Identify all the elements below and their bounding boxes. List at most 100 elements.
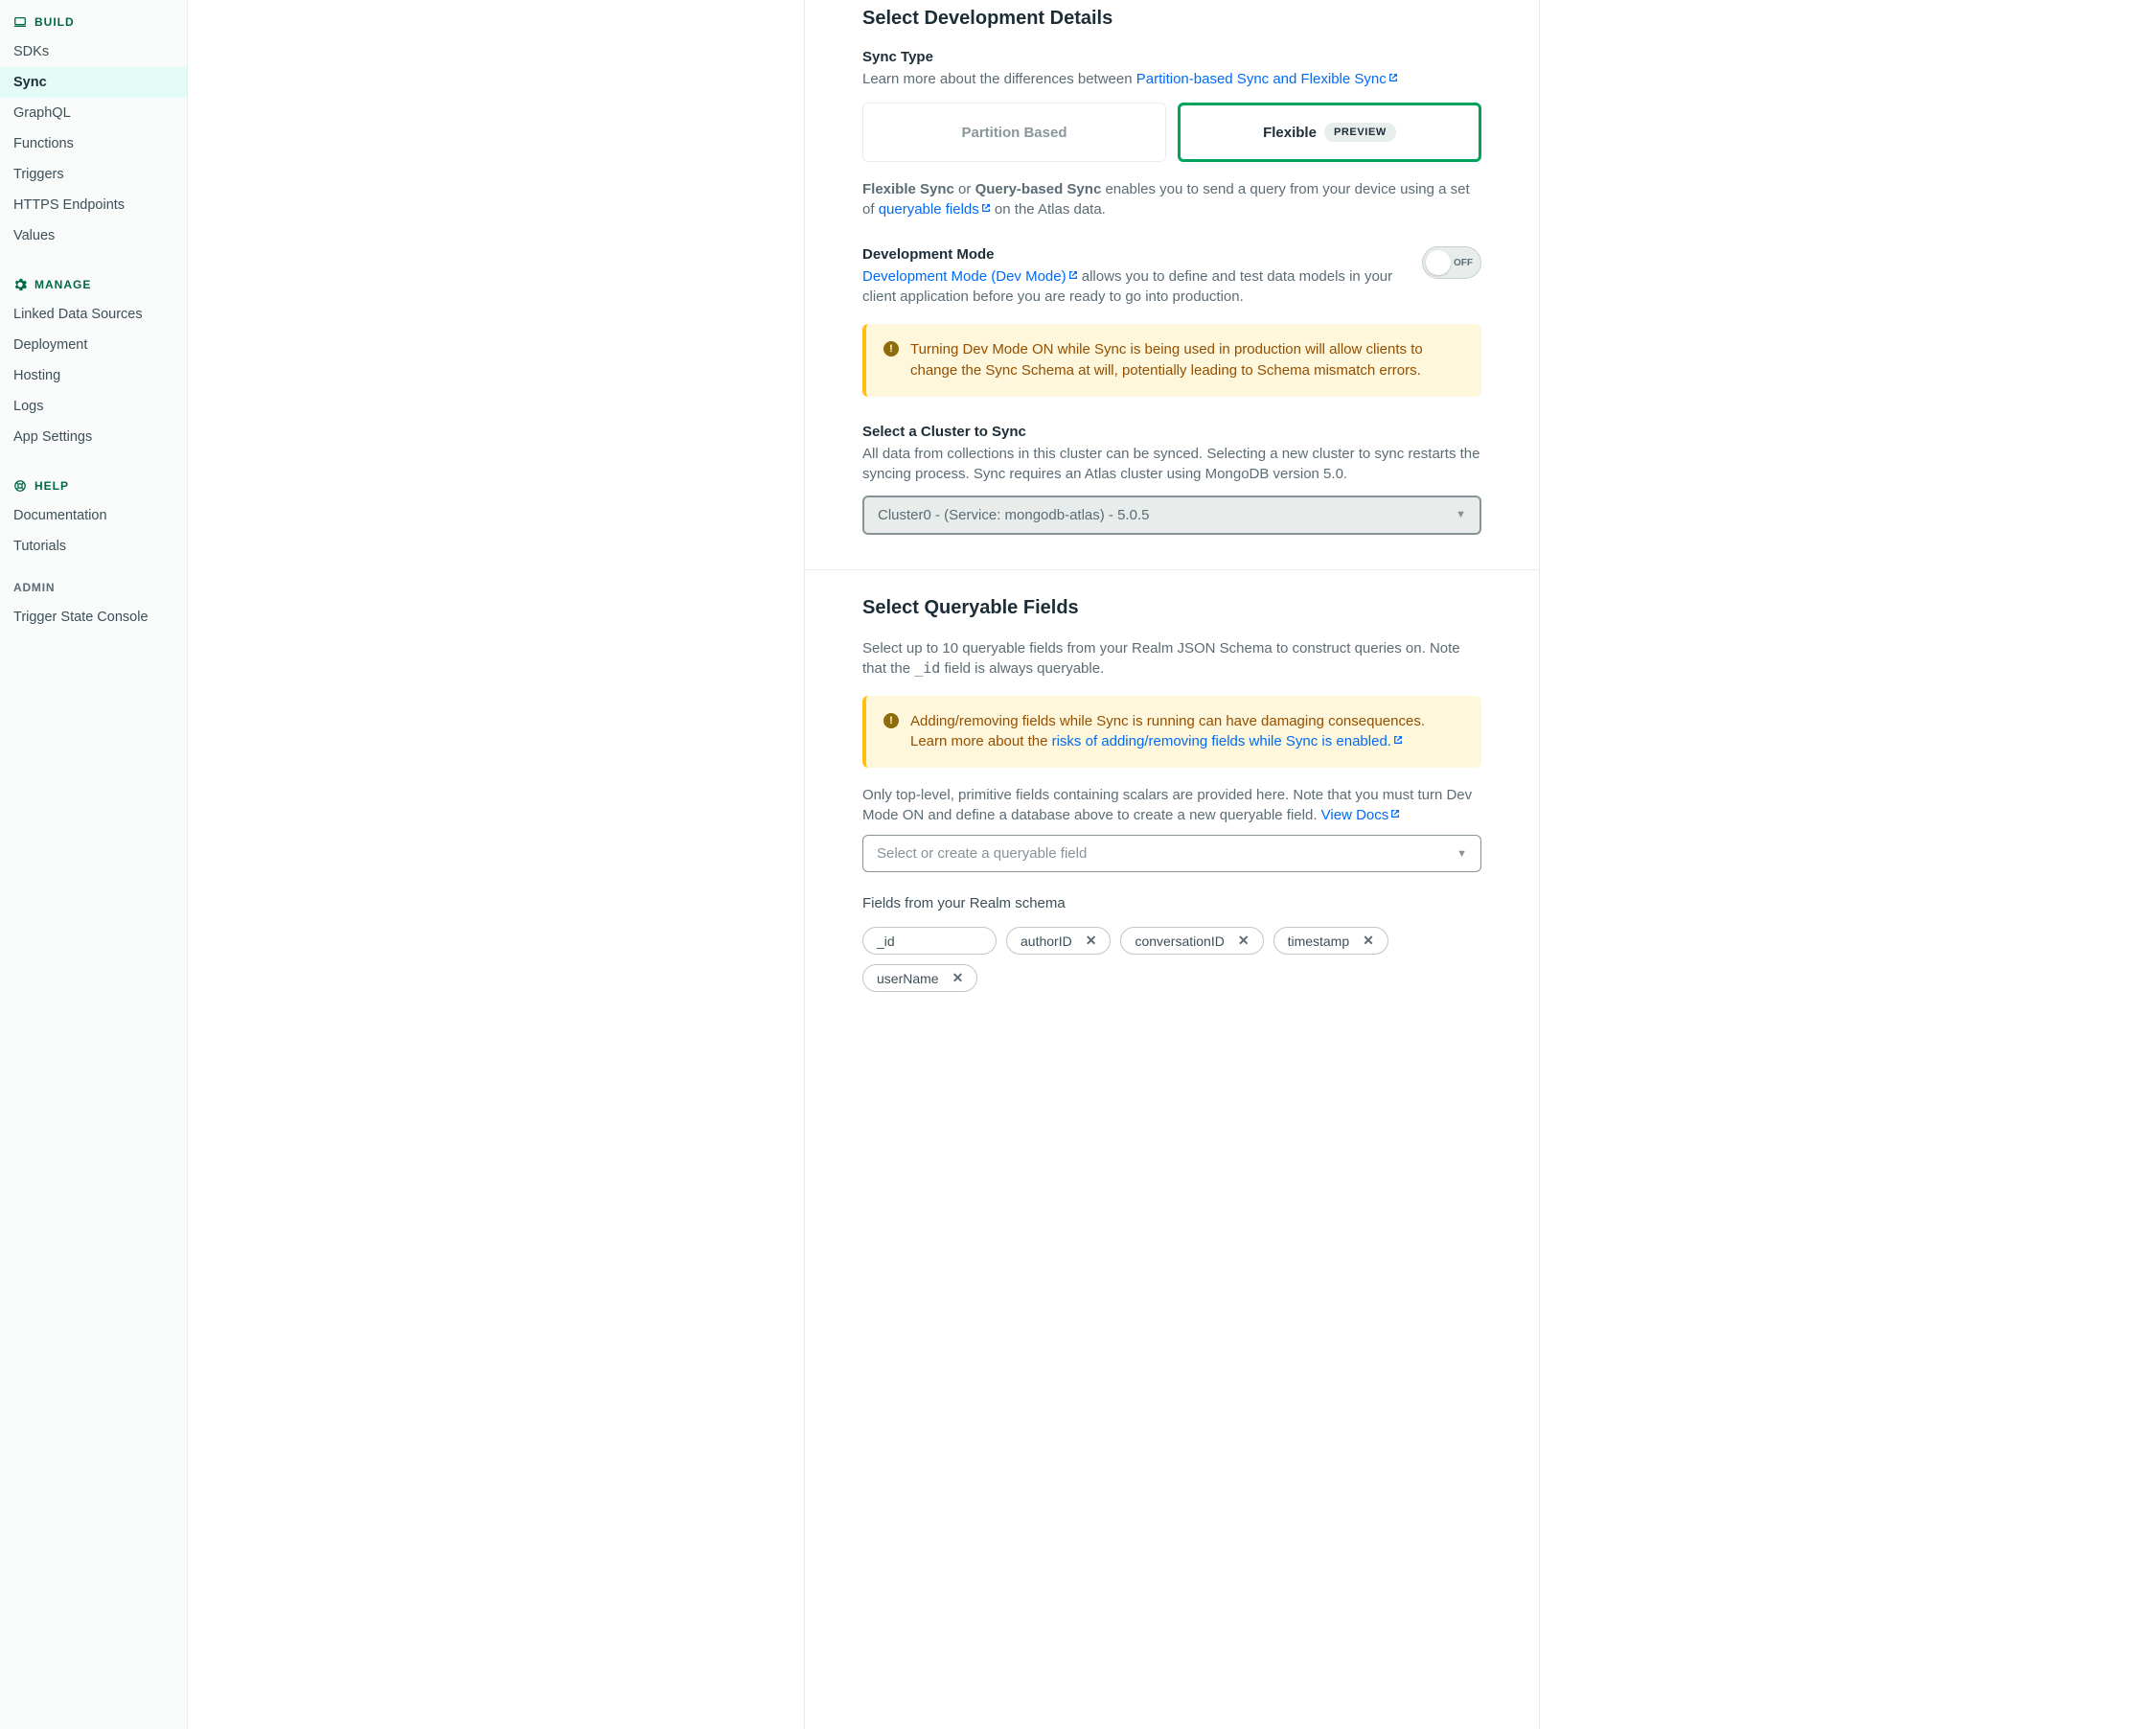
warning-icon: !	[883, 341, 899, 357]
queryable-warn-link-text: risks of adding/removing fields while Sy…	[1052, 733, 1391, 749]
cluster-select[interactable]: Cluster0 - (Service: mongodb-atlas) - 5.…	[862, 496, 1481, 535]
sidebar-item-sdks[interactable]: SDKs	[0, 36, 187, 67]
field-chip-label: conversationID	[1135, 934, 1224, 949]
view-docs-link-text: View Docs	[1321, 807, 1389, 823]
sidebar-item-deployment[interactable]: Deployment	[0, 330, 187, 360]
sidebar-item-documentation[interactable]: Documentation	[0, 500, 187, 531]
caret-down-icon: ▼	[1456, 509, 1466, 520]
external-link-icon	[1390, 809, 1400, 818]
dev-mode-link[interactable]: Development Mode (Dev Mode)	[862, 268, 1078, 285]
cluster-block: Select a Cluster to Sync All data from c…	[862, 424, 1481, 535]
external-link-icon	[1068, 270, 1078, 280]
dev-mode-toggle[interactable]: OFF	[1422, 246, 1481, 279]
laptop-icon	[13, 15, 27, 29]
sync-type-learn: Learn more about the differences between…	[862, 69, 1481, 89]
view-docs-link[interactable]: View Docs	[1321, 807, 1401, 823]
dev-mode-toggle-state: OFF	[1454, 258, 1473, 268]
queryable-field-select[interactable]: Select or create a queryable field ▼	[862, 835, 1481, 872]
queryable-warning: ! Adding/removing fields while Sync is r…	[862, 696, 1481, 769]
sidebar-item-trigger-state-console[interactable]: Trigger State Console	[0, 602, 187, 633]
external-link-icon	[981, 203, 991, 213]
dev-mode-warning: ! Turning Dev Mode ON while Sync is bein…	[862, 324, 1481, 397]
sync-type-block: Sync Type Learn more about the differenc…	[862, 49, 1481, 219]
panel-queryable-fields: Select Queryable Fields Select up to 10 …	[805, 570, 1539, 1027]
panel-development-details: Select Development Details Sync Type Lea…	[805, 0, 1539, 570]
sidebar-item-hosting[interactable]: Hosting	[0, 360, 187, 391]
dev-mode-desc: Development Mode (Dev Mode) allows you t…	[862, 266, 1409, 307]
queryable-select-placeholder: Select or create a queryable field	[877, 845, 1087, 862]
remove-chip-icon[interactable]: ✕	[1238, 933, 1250, 949]
sync-desc-mid: or	[954, 181, 975, 197]
preview-badge: PREVIEW	[1324, 123, 1396, 142]
cluster-select-value: Cluster0 - (Service: mongodb-atlas) - 5.…	[878, 507, 1149, 523]
queryable-note: Only top-level, primitive fields contain…	[862, 785, 1481, 825]
nav-header-help: HELP	[0, 472, 187, 500]
sync-type-learn-prefix: Learn more about the differences between	[862, 71, 1136, 87]
queryable-title: Select Queryable Fields	[862, 597, 1481, 619]
id-code: _id	[914, 659, 940, 677]
sidebar-item-app-settings[interactable]: App Settings	[0, 422, 187, 452]
cluster-label: Select a Cluster to Sync	[862, 424, 1481, 440]
fields-schema-label: Fields from your Realm schema	[862, 893, 1481, 913]
external-link-icon	[1393, 735, 1403, 745]
field-chips: _idauthorID✕conversationID✕timestamp✕use…	[862, 927, 1481, 992]
life-ring-icon	[13, 479, 27, 493]
sidebar-item-linked-data-sources[interactable]: Linked Data Sources	[0, 299, 187, 330]
remove-chip-icon[interactable]: ✕	[952, 970, 964, 986]
gear-icon	[13, 278, 27, 291]
queryable-desc-post: field is always queryable.	[940, 660, 1104, 677]
nav-header-manage-label: MANAGE	[34, 278, 91, 291]
field-chip-label: timestamp	[1288, 934, 1350, 949]
sidebar-item-values[interactable]: Values	[0, 220, 187, 251]
sync-tab-partition-label: Partition Based	[961, 125, 1067, 141]
main-content: Select Development Details Sync Type Lea…	[804, 0, 1540, 1729]
nav-header-manage: MANAGE	[0, 270, 187, 299]
field-chip-userName: userName ✕	[862, 964, 977, 992]
sync-type-label: Sync Type	[862, 49, 1481, 65]
field-chip-conversationID: conversationID ✕	[1120, 927, 1263, 955]
sync-type-learn-link-text: Partition-based Sync and Flexible Sync	[1136, 71, 1387, 87]
field-chip-timestamp: timestamp ✕	[1273, 927, 1388, 955]
sync-type-learn-link[interactable]: Partition-based Sync and Flexible Sync	[1136, 71, 1398, 87]
queryable-warning-msg: Adding/removing fields while Sync is run…	[910, 711, 1464, 753]
field-chip-authorID: authorID ✕	[1006, 927, 1111, 955]
sync-tab-flexible-label: Flexible	[1263, 125, 1317, 141]
dev-mode-link-text: Development Mode (Dev Mode)	[862, 268, 1067, 285]
queryable-fields-link[interactable]: queryable fields	[879, 201, 991, 218]
toggle-knob	[1426, 250, 1451, 275]
field-chip-label: userName	[877, 971, 939, 986]
sidebar: BUILD SDKsSyncGraphQLFunctionsTriggersHT…	[0, 0, 188, 1729]
sidebar-item-graphql[interactable]: GraphQL	[0, 98, 187, 128]
cluster-desc: All data from collections in this cluste…	[862, 444, 1481, 484]
queryable-warn-link[interactable]: risks of adding/removing fields while Sy…	[1052, 733, 1403, 749]
field-chip-readonly: _id	[862, 927, 997, 955]
external-link-icon	[1388, 73, 1398, 82]
warning-icon: !	[883, 713, 899, 728]
dev-mode-label: Development Mode	[862, 246, 1409, 263]
queryable-desc: Select up to 10 queryable fields from yo…	[862, 638, 1481, 679]
remove-chip-icon[interactable]: ✕	[1363, 933, 1374, 949]
sync-tab-flexible[interactable]: Flexible PREVIEW	[1178, 103, 1481, 162]
sidebar-item-sync[interactable]: Sync	[0, 67, 187, 98]
flexible-sync-strong: Flexible Sync	[862, 181, 954, 197]
nav-header-build: BUILD	[0, 8, 187, 36]
sync-tab-partition[interactable]: Partition Based	[862, 103, 1166, 162]
sidebar-item-https-endpoints[interactable]: HTTPS Endpoints	[0, 190, 187, 220]
sidebar-item-functions[interactable]: Functions	[0, 128, 187, 159]
nav-header-admin: ADMIN	[0, 562, 187, 602]
main-content-wrap: Select Development Details Sync Type Lea…	[188, 0, 2156, 1729]
sidebar-item-logs[interactable]: Logs	[0, 391, 187, 422]
remove-chip-icon[interactable]: ✕	[1086, 933, 1097, 949]
sync-desc-tail2: on the Atlas data.	[991, 201, 1106, 218]
field-chip-label: authorID	[1021, 934, 1072, 949]
sync-type-description: Flexible Sync or Query-based Sync enable…	[862, 179, 1481, 219]
sidebar-item-tutorials[interactable]: Tutorials	[0, 531, 187, 562]
dev-details-title: Select Development Details	[862, 8, 1481, 30]
sidebar-item-triggers[interactable]: Triggers	[0, 159, 187, 190]
dev-mode-block: Development Mode Development Mode (Dev M…	[862, 246, 1481, 397]
query-based-strong: Query-based Sync	[975, 181, 1102, 197]
nav-header-build-label: BUILD	[34, 15, 75, 29]
queryable-fields-link-text: queryable fields	[879, 201, 979, 218]
dev-mode-warning-text: Turning Dev Mode ON while Sync is being …	[910, 339, 1464, 381]
nav-header-help-label: HELP	[34, 479, 69, 493]
